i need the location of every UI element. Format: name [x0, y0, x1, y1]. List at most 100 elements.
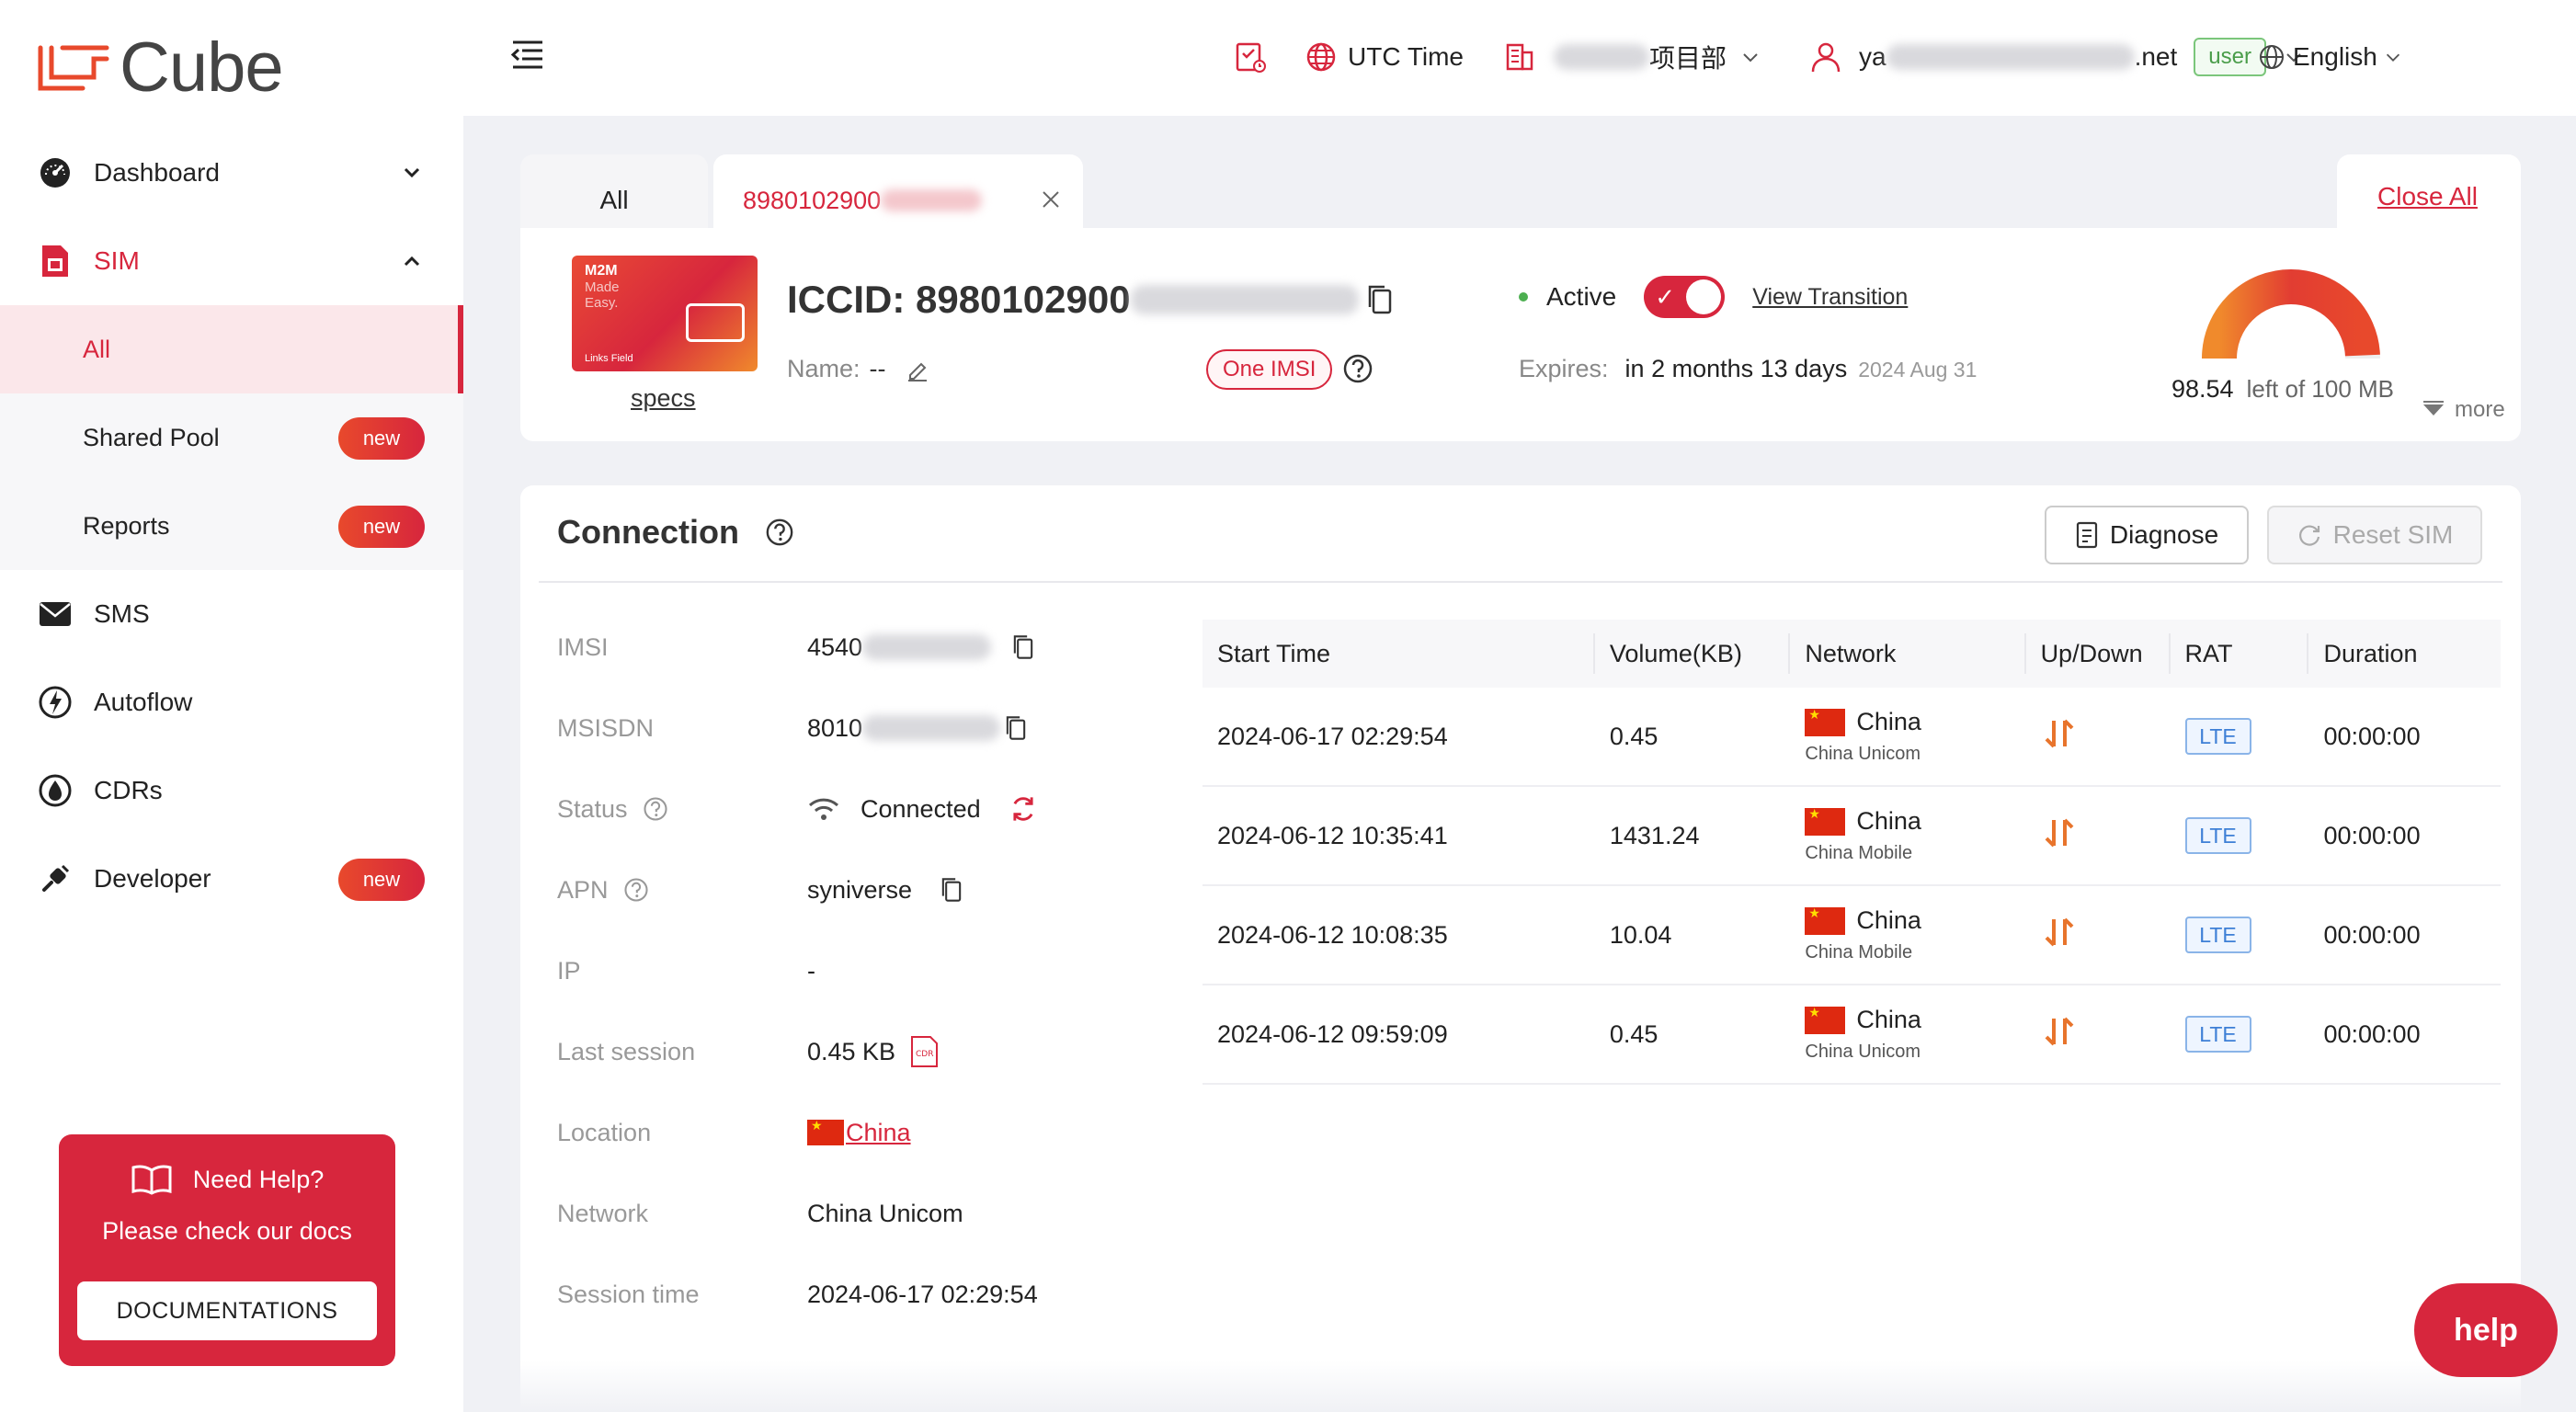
- diagnose-button[interactable]: Diagnose: [2045, 506, 2249, 564]
- status-dot: [1519, 292, 1528, 302]
- sidebar-item-cdrs[interactable]: CDRs: [0, 746, 463, 835]
- country-name: China: [1856, 1006, 1921, 1033]
- table-row[interactable]: 2024-06-12 10:35:41 1431.24 China China …: [1203, 787, 2501, 886]
- table-row[interactable]: 2024-06-17 02:29:54 0.45 China China Uni…: [1203, 688, 2501, 787]
- help-card: Need Help? Please check our docs DOCUMEN…: [59, 1134, 395, 1366]
- help-circle-icon[interactable]: [643, 796, 668, 822]
- apn-row: APN syniverse: [557, 870, 963, 910]
- sidebar-item-developer[interactable]: Developer new: [0, 835, 463, 923]
- cell-start-time: 2024-06-12 09:59:09: [1217, 1019, 1448, 1048]
- sidebar-item-label: Autoflow: [94, 688, 193, 716]
- table-row[interactable]: 2024-06-12 10:08:35 10.04 China China Mo…: [1203, 886, 2501, 985]
- divider: [539, 581, 2502, 583]
- sim-status-area: Active ✓ View Transition: [1519, 276, 1908, 318]
- sessions-table: Start Time Volume(KB) Network Up/Down RA…: [1203, 620, 2501, 1085]
- sidebar-item-sms[interactable]: SMS: [0, 570, 463, 658]
- sim-chip-icon: [686, 303, 745, 342]
- sidebar-item-sim[interactable]: SIM: [0, 217, 463, 305]
- network-country: China: [1805, 807, 2023, 836]
- reset-sim-button[interactable]: Reset SIM: [2267, 506, 2482, 564]
- edit-icon[interactable]: [905, 357, 930, 382]
- cell-volume: 1431.24: [1609, 821, 1700, 849]
- specs-link[interactable]: specs: [631, 384, 696, 413]
- help-circle-icon[interactable]: [623, 877, 649, 903]
- col-updown: Up/Down: [2040, 639, 2143, 667]
- rat-badge: LTE: [2184, 1016, 2251, 1053]
- help-card-title-text: Need Help?: [192, 1165, 325, 1193]
- help-circle-icon[interactable]: [1342, 353, 1373, 384]
- table-row[interactable]: 2024-06-12 09:59:09 0.45 China China Uni…: [1203, 985, 2501, 1085]
- sidebar-item-label: SIM: [94, 246, 140, 275]
- cell-rat: LTE: [2171, 1016, 2308, 1053]
- sidebar-subitem-all[interactable]: All: [0, 305, 463, 393]
- country-name: China: [1856, 906, 1921, 934]
- location-link[interactable]: China: [846, 1119, 911, 1147]
- timezone-label: UTC Time: [1348, 42, 1464, 71]
- cell-rat: LTE: [2171, 917, 2308, 953]
- sidebar-subitem-shared-pool[interactable]: Shared Pool new: [0, 393, 463, 482]
- connection-status: Connected: [861, 794, 981, 823]
- col-start-time: Start Time: [1217, 639, 1331, 667]
- new-badge: new: [338, 417, 425, 460]
- msisdn-value: 8010: [807, 713, 863, 742]
- logo[interactable]: Cube: [37, 28, 284, 108]
- blurred-msisdn: [862, 715, 1001, 741]
- network-carrier: China Unicom: [1805, 744, 1921, 764]
- timezone-selector[interactable]: UTC Time: [1305, 37, 1464, 77]
- blurred-project-name: [1554, 44, 1649, 70]
- refresh-icon[interactable]: [1009, 794, 1038, 824]
- help-float-button[interactable]: help: [2414, 1283, 2558, 1377]
- copy-icon[interactable]: [1011, 633, 1035, 661]
- tab-all[interactable]: All: [520, 154, 708, 228]
- role-badge: user: [2194, 38, 2266, 76]
- bottom-fade: [520, 1361, 2521, 1412]
- view-transition-link[interactable]: View Transition: [1752, 284, 1908, 311]
- more-toggle[interactable]: more: [2422, 397, 2505, 423]
- documentations-button[interactable]: DOCUMENTATIONS: [77, 1281, 377, 1340]
- sidebar-item-autoflow[interactable]: Autoflow: [0, 658, 463, 746]
- session-time-row: Session time 2024-06-17 02:29:54: [557, 1274, 1038, 1315]
- gauge-fill: [2202, 269, 2380, 359]
- close-all-link[interactable]: Close All: [2377, 182, 2478, 211]
- task-button[interactable]: [1234, 37, 1267, 77]
- data-remaining-value: 98.54: [2171, 375, 2234, 403]
- sidebar-subitem-reports[interactable]: Reports new: [0, 482, 463, 570]
- language-selector[interactable]: English: [2258, 37, 2403, 77]
- sim-summary-card: M2M Made Easy. Links Field specs ICCID: …: [520, 228, 2521, 441]
- data-total-label: left of 100 MB: [2246, 375, 2394, 403]
- dashboard-icon: [37, 154, 74, 191]
- network-carrier: China Mobile: [1805, 843, 1913, 863]
- tab-iccid[interactable]: 8980102900: [713, 154, 1083, 228]
- menu-fold-icon[interactable]: [509, 39, 546, 72]
- user-menu[interactable]: ya .net user: [1809, 37, 2305, 77]
- top-header: UTC Time 项目部 ya .net user English: [463, 0, 2576, 116]
- mail-icon: [37, 596, 74, 632]
- up-down-arrows-icon: [2045, 818, 2073, 847]
- status-value-wrap: Connected: [807, 794, 1038, 824]
- ip-row: IP -: [557, 951, 815, 991]
- expires-label: Expires:: [1519, 355, 1609, 382]
- copy-icon[interactable]: [1366, 283, 1394, 316]
- cell-volume: 0.45: [1609, 722, 1658, 750]
- help-circle-icon[interactable]: [765, 518, 794, 547]
- col-rat: RAT: [2184, 639, 2233, 667]
- col-volume: Volume(KB): [1609, 639, 1742, 667]
- copy-icon[interactable]: [940, 876, 963, 904]
- sidebar-item-label: SMS: [94, 599, 150, 628]
- active-toggle[interactable]: ✓: [1644, 276, 1726, 318]
- close-icon[interactable]: [1039, 188, 1063, 211]
- copy-icon[interactable]: [1004, 714, 1028, 742]
- china-flag-icon: [807, 1119, 844, 1145]
- chevron-down-icon: [404, 167, 420, 178]
- data-usage-gauge: [2202, 269, 2380, 359]
- sidebar-item-dashboard[interactable]: Dashboard: [0, 129, 463, 217]
- globe-icon: [1306, 42, 1336, 72]
- cell-start-time: 2024-06-12 10:08:35: [1217, 920, 1448, 949]
- book-icon: [131, 1165, 172, 1195]
- close-all-container: Close All: [2337, 154, 2521, 228]
- wifi-icon: [808, 798, 839, 820]
- cell-volume: 10.04: [1609, 920, 1672, 949]
- cdr-file-icon[interactable]: CDR: [908, 1035, 940, 1068]
- project-selector[interactable]: 项目部: [1504, 37, 1761, 77]
- cell-duration: 00:00:00: [2323, 821, 2421, 849]
